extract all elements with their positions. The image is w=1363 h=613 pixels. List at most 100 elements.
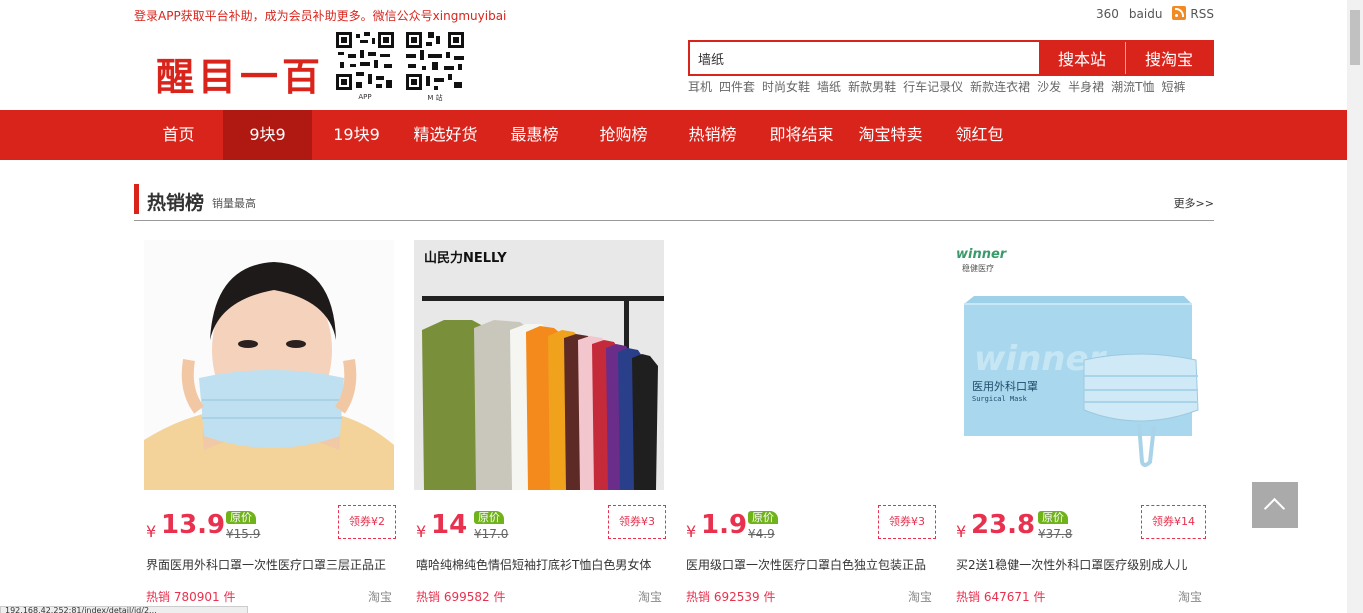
brand-logo-text: 山民力NELLY <box>424 250 507 266</box>
nav-item-best-deals[interactable]: 最惠榜 <box>490 110 579 160</box>
hot-word[interactable]: 沙发 <box>1037 78 1061 95</box>
product-card[interactable]: ¥ 1.9 原价 ¥4.9 领券¥3 医用级口罩一次性医疗口罩白色独立包装正品 … <box>674 240 944 613</box>
coupon-button[interactable]: 领券¥3 <box>608 505 666 539</box>
rss-label: RSS <box>1190 7 1214 21</box>
product-title[interactable]: 医用级口罩一次性医疗口罩白色独立包装正品 <box>686 556 932 573</box>
orig-price-tag: 原价 <box>1038 511 1068 524</box>
link-rss[interactable]: RSS <box>1172 6 1214 21</box>
brand-winner-text: winner <box>956 247 1008 262</box>
section-header: 热销榜 销量最高 更多>> <box>134 183 1214 221</box>
currency-symbol: ¥ <box>146 522 157 541</box>
orig-price: ¥15.9 <box>226 527 261 541</box>
more-link[interactable]: 更多>> <box>1174 195 1214 211</box>
orig-price-tag: 原价 <box>748 511 778 524</box>
scrollbar-thumb[interactable] <box>1350 10 1360 65</box>
orig-price: ¥37.8 <box>1038 527 1073 541</box>
qr-icon <box>334 30 396 92</box>
price-row: ¥ 13.9 原价 ¥15.9 领券¥2 <box>146 505 396 544</box>
currency-symbol: ¥ <box>686 522 697 541</box>
main-nav: 首页 9块9 19块9 精选好货 最惠榜 抢购榜 热销榜 即将结束 淘宝特卖 领… <box>0 110 1347 160</box>
product-grid: ¥ 13.9 原价 ¥15.9 领券¥2 界面医用外科口罩一次性医疗口罩三层正品… <box>134 240 1214 613</box>
product-card[interactable]: ¥ 13.9 原价 ¥15.9 领券¥2 界面医用外科口罩一次性医疗口罩三层正品… <box>134 240 404 613</box>
link-360[interactable]: 360 <box>1096 7 1119 21</box>
nav-item-19-9[interactable]: 19块9 <box>312 110 401 160</box>
product-image-blank[interactable] <box>684 240 934 490</box>
product-image-tshirts[interactable]: 山民力NELLY <box>414 240 664 490</box>
orig-price-tag: 原价 <box>226 511 256 524</box>
product-title[interactable]: 买2送1稳健一次性外科口罩医疗级别成人儿 <box>956 556 1202 573</box>
app-qr-code: APP <box>334 30 396 101</box>
product-image-mask-woman[interactable] <box>144 240 394 490</box>
top-bar: 登录APP获取平台补助，成为会员补助更多。微信公众号xingmuyibai 36… <box>134 0 1214 30</box>
top-links: 360 baidu RSS <box>1096 6 1214 21</box>
price-row: ¥ 14 原价 ¥17.0 领券¥3 <box>416 505 666 544</box>
orig-price: ¥17.0 <box>474 527 509 541</box>
product-price: 13.9 <box>161 510 226 540</box>
price-row: ¥ 23.8 原价 ¥37.8 领券¥14 <box>956 505 1206 544</box>
price-row: ¥ 1.9 原价 ¥4.9 领券¥3 <box>686 505 936 544</box>
m-site-qr-code: M 站 <box>404 30 466 102</box>
nav-item-featured[interactable]: 精选好货 <box>401 110 490 160</box>
site-header: 醒目一百 APP M 站 搜本站 搜 <box>134 30 1214 110</box>
product-source: 淘宝 <box>907 590 932 604</box>
sales-count: 热销 699582 件 <box>416 590 506 604</box>
nav-item-flash-sale[interactable]: 抢购榜 <box>579 110 668 160</box>
box-sub-text: Surgical Mask <box>972 395 1028 403</box>
orig-price: ¥4.9 <box>748 527 775 541</box>
back-to-top-button[interactable] <box>1252 482 1298 528</box>
product-source: 淘宝 <box>1177 590 1202 604</box>
hot-word[interactable]: 耳机 <box>688 78 712 95</box>
nav-item-taobao-special[interactable]: 淘宝特卖 <box>846 110 935 160</box>
section-title: 热销榜 <box>147 192 205 214</box>
nav-item-hot-sales[interactable]: 热销榜 <box>668 110 757 160</box>
coupon-button[interactable]: 领券¥14 <box>1141 505 1206 539</box>
product-card[interactable]: winner 稳健医疗 winner 医用外科口罩 Surgical Mask … <box>944 240 1214 613</box>
nav-item-ending-soon[interactable]: 即将结束 <box>757 110 846 160</box>
sales-count: 热销 692539 件 <box>686 590 776 604</box>
product-source: 淘宝 <box>637 590 662 604</box>
hot-word[interactable]: 短裤 <box>1161 78 1185 95</box>
sales-count: 热销 647671 件 <box>956 590 1046 604</box>
link-baidu[interactable]: baidu <box>1129 7 1163 21</box>
brand-winner-cn-text: 稳健医疗 <box>962 263 994 273</box>
hot-word[interactable]: 新款连衣裙 <box>970 78 1030 95</box>
hot-word[interactable]: 新款男鞋 <box>848 78 896 95</box>
hot-word[interactable]: 时尚女鞋 <box>762 78 810 95</box>
section-subtitle: 销量最高 <box>212 197 256 210</box>
site-logo[interactable]: 醒目一百 <box>156 46 324 101</box>
currency-symbol: ¥ <box>956 522 967 541</box>
orig-price-tag: 原价 <box>474 511 504 524</box>
product-title[interactable]: 界面医用外科口罩一次性医疗口罩三层正品正 <box>146 556 392 573</box>
sales-count: 热销 780901 件 <box>146 590 236 604</box>
hot-word[interactable]: 半身裙 <box>1068 78 1104 95</box>
hot-word[interactable]: 四件套 <box>719 78 755 95</box>
hot-word[interactable]: 行车记录仪 <box>903 78 963 95</box>
rss-icon <box>1172 6 1187 20</box>
top-notice[interactable]: 登录APP获取平台补助，成为会员补助更多。微信公众号xingmuyibai <box>134 7 506 24</box>
nav-item-home[interactable]: 首页 <box>134 110 223 160</box>
hot-word[interactable]: 潮流T恤 <box>1111 78 1154 95</box>
page-scrollbar[interactable] <box>1347 0 1363 613</box>
qr-m-label: M 站 <box>427 94 443 102</box>
product-title[interactable]: 嘻哈纯棉纯色情侣短袖打底衫T恤白色男女体 <box>416 556 662 573</box>
coupon-button[interactable]: 领券¥3 <box>878 505 936 539</box>
qr-icon <box>404 30 466 92</box>
product-card[interactable]: 山民力NELLY ¥ 14 原价 ¥17.0 领券¥3 嘻哈纯棉纯色情侣短袖打底… <box>404 240 674 613</box>
product-price: 14 <box>431 510 468 540</box>
nav-item-red-packet[interactable]: 领红包 <box>935 110 1024 160</box>
search-form: 搜本站 搜淘宝 <box>688 40 1214 76</box>
product-price: 1.9 <box>701 510 748 540</box>
nav-item-9-9[interactable]: 9块9 <box>223 110 312 160</box>
qr-app-label: APP <box>358 93 372 101</box>
box-title-text: 医用外科口罩 <box>972 379 1038 393</box>
currency-symbol: ¥ <box>416 522 427 541</box>
search-input[interactable] <box>690 42 1039 74</box>
product-image-mask-box[interactable]: winner 稳健医疗 winner 医用外科口罩 Surgical Mask <box>954 240 1204 490</box>
section-accent-bar <box>134 184 139 214</box>
search-site-button[interactable]: 搜本站 <box>1039 42 1125 74</box>
coupon-button[interactable]: 领券¥2 <box>338 505 396 539</box>
product-price: 23.8 <box>971 510 1036 540</box>
hot-words: 耳机 四件套 时尚女鞋 墙纸 新款男鞋 行车记录仪 新款连衣裙 沙发 半身裙 潮… <box>688 78 1186 95</box>
hot-word[interactable]: 墙纸 <box>817 78 841 95</box>
search-taobao-button[interactable]: 搜淘宝 <box>1126 42 1212 74</box>
